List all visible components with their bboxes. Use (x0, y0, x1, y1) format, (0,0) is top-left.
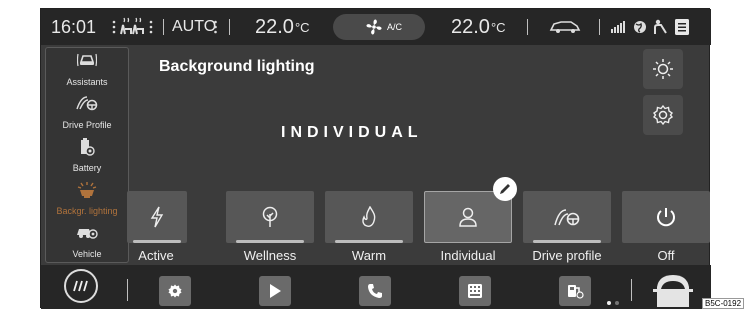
app-shortcut[interactable] (459, 276, 491, 306)
current-mode: INDIVIDUAL (281, 124, 423, 141)
temperature-left-unit: °C (294, 19, 310, 35)
tile-active[interactable] (127, 191, 187, 243)
page-title: Background lighting (159, 58, 315, 75)
background-lighting-icon (46, 181, 128, 199)
sidebar-item-label: Battery (72, 163, 102, 173)
seat-heating-icon[interactable] (111, 9, 155, 45)
seatbelt-icon (653, 9, 667, 45)
gear-icon (168, 284, 182, 298)
tree-icon (262, 206, 278, 227)
bottom-bar (41, 265, 711, 309)
lightning-icon (150, 206, 164, 228)
tile-drive-profile[interactable] (523, 191, 611, 243)
climate-mode[interactable]: AUTO (172, 9, 216, 45)
fan-icon (366, 19, 382, 35)
tile-label-drive-profile: Drive profile (532, 248, 602, 263)
tile-wellness[interactable] (226, 191, 314, 243)
sidebar-item-label: Assistants (66, 77, 108, 87)
status-bar: 16:01 AUTO 22.0 °C A/C 22.0 °C (41, 9, 711, 45)
vehicle-icon (46, 224, 128, 242)
page-indicator-dot (615, 301, 619, 305)
sidebar-item-assistants[interactable]: Assistants (46, 48, 128, 90)
sidebar-item-drive-profile[interactable]: Drive Profile (46, 91, 128, 133)
fuel-shortcut[interactable] (559, 276, 591, 306)
page-indicator-dot (607, 301, 611, 305)
infotainment-screen: 16:01 AUTO 22.0 °C A/C 22.0 °C Assistant… (40, 8, 711, 309)
vehicle-shortcut[interactable] (651, 269, 695, 309)
tile-label-wellness: Wellness (243, 248, 297, 263)
car-front-icon (653, 275, 693, 307)
car-climate-icon[interactable] (549, 9, 581, 45)
flame-icon (362, 206, 376, 227)
figure-code: B5C-0192 (702, 298, 745, 309)
play-icon (270, 284, 281, 298)
sidebar-item-label: Drive Profile (62, 120, 112, 130)
sidebar-item-label: Backgr. lighting (56, 206, 118, 216)
keypad-icon (468, 284, 482, 298)
fuel-icon (568, 285, 584, 299)
power-icon (657, 208, 675, 227)
sidebar-item-background-lighting[interactable]: Backgr. lighting (46, 177, 128, 219)
temperature-right-value: 22.0 (451, 15, 490, 38)
signal-icon (611, 9, 625, 45)
person-icon (459, 207, 477, 227)
phone-shortcut[interactable] (359, 276, 391, 306)
globe-icon (633, 9, 647, 45)
battery-icon (46, 138, 128, 156)
assistants-icon (46, 52, 128, 70)
tile-label-warm: Warm (351, 248, 387, 263)
edit-button[interactable] (493, 177, 517, 201)
phone-icon (368, 284, 382, 298)
drive-profile-icon (46, 95, 128, 113)
temperature-right-unit: °C (490, 19, 506, 35)
temperature-right[interactable]: 22.0 °C (451, 9, 506, 45)
menu-icon[interactable] (675, 9, 689, 45)
tile-warm[interactable] (325, 191, 413, 243)
vehicle-menu-sidebar: Assistants Drive Profile Battery Backgr.… (45, 47, 129, 263)
clock: 16:01 (51, 16, 97, 37)
tile-label-active: Active (138, 248, 174, 263)
brightness-button[interactable] (643, 49, 683, 89)
ac-button[interactable]: A/C (333, 14, 425, 40)
tile-label-individual: Individual (440, 248, 496, 263)
home-button[interactable] (64, 269, 98, 303)
ac-label: A/C (387, 22, 403, 32)
gear-icon (652, 104, 674, 126)
pencil-icon (500, 184, 510, 194)
tile-label-off: Off (657, 248, 675, 263)
temperature-left-value: 22.0 (255, 15, 294, 38)
sidebar-item-battery[interactable]: Battery (46, 134, 128, 176)
drive-profile-icon (554, 209, 580, 226)
settings-button[interactable] (643, 95, 683, 135)
media-shortcut[interactable] (259, 276, 291, 306)
menu-slashes-icon (73, 280, 88, 292)
climate-dots-icon (213, 9, 218, 45)
settings-shortcut[interactable] (159, 276, 191, 306)
sun-icon (653, 59, 673, 79)
temperature-left[interactable]: 22.0 °C (255, 9, 310, 45)
tile-off[interactable] (622, 191, 710, 243)
